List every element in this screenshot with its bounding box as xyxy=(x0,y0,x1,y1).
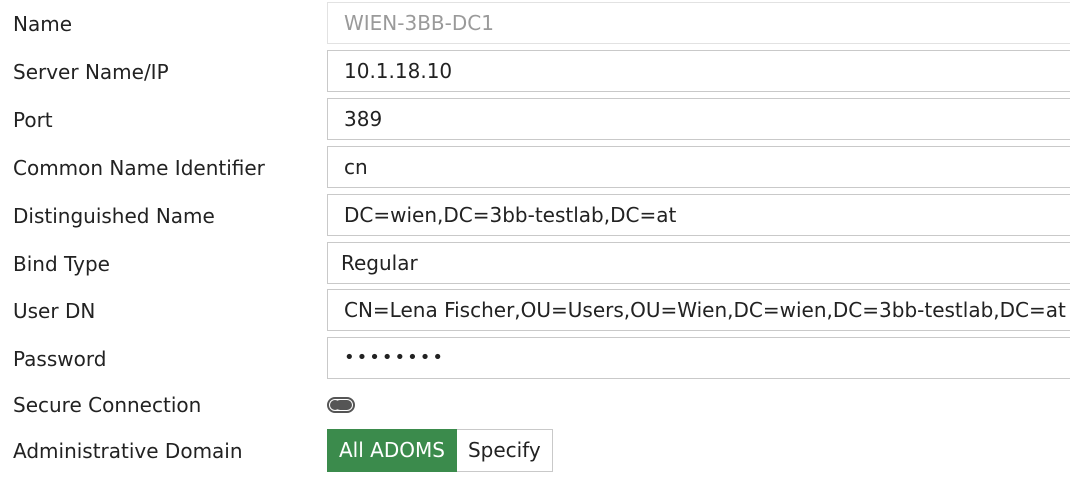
distinguished-name-label: Distinguished Name xyxy=(13,204,215,228)
secure-connection-label: Secure Connection xyxy=(13,393,202,417)
all-adoms-button[interactable]: All ADOMS xyxy=(327,429,457,472)
port-label: Port xyxy=(13,108,53,132)
password-row: Password •••••••• xyxy=(0,337,1070,381)
bind-type-label: Bind Type xyxy=(13,252,110,276)
server-name-ip-field[interactable]: 10.1.18.10 xyxy=(327,50,1070,92)
port-field[interactable]: 389 xyxy=(327,98,1070,140)
name-field: WIEN-3BB-DC1 xyxy=(327,2,1070,44)
user-dn-label: User DN xyxy=(13,299,96,323)
port-row: Port 389 xyxy=(0,98,1070,142)
server-row: Server Name/IP 10.1.18.10 xyxy=(0,50,1070,94)
secure-connection-toggle[interactable] xyxy=(327,397,355,413)
password-field[interactable]: •••••••• xyxy=(327,337,1070,379)
user-dn-field[interactable]: CN=Lena Fischer,OU=Users,OU=Wien,DC=wien… xyxy=(327,289,1070,331)
user-dn-row: User DN CN=Lena Fischer,OU=Users,OU=Wien… xyxy=(0,289,1070,333)
password-label: Password xyxy=(13,347,107,371)
admin-domain-segmented-control: All ADOMS Specify xyxy=(327,429,553,472)
ldap-server-form: Name WIEN-3BB-DC1 Server Name/IP 10.1.18… xyxy=(0,0,1070,481)
specify-button[interactable]: Specify xyxy=(456,429,553,472)
bind-type-row: Bind Type Regular xyxy=(0,242,1070,286)
cn-identifier-field[interactable]: cn xyxy=(327,146,1070,188)
toggle-knob-icon xyxy=(330,400,340,410)
admin-domain-label: Administrative Domain xyxy=(13,439,243,463)
secure-connection-row: Secure Connection xyxy=(0,383,1070,427)
cn-identifier-row: Common Name Identifier cn xyxy=(0,146,1070,190)
server-label: Server Name/IP xyxy=(13,60,169,84)
cn-identifier-label: Common Name Identifier xyxy=(13,156,265,180)
bind-type-select[interactable]: Regular xyxy=(327,242,1070,284)
name-row: Name WIEN-3BB-DC1 xyxy=(0,2,1070,46)
admin-domain-row: Administrative Domain All ADOMS Specify xyxy=(0,429,1070,473)
name-label: Name xyxy=(13,12,73,36)
distinguished-name-row: Distinguished Name DC=wien,DC=3bb-testla… xyxy=(0,194,1070,238)
distinguished-name-field[interactable]: DC=wien,DC=3bb-testlab,DC=at xyxy=(327,194,1070,236)
